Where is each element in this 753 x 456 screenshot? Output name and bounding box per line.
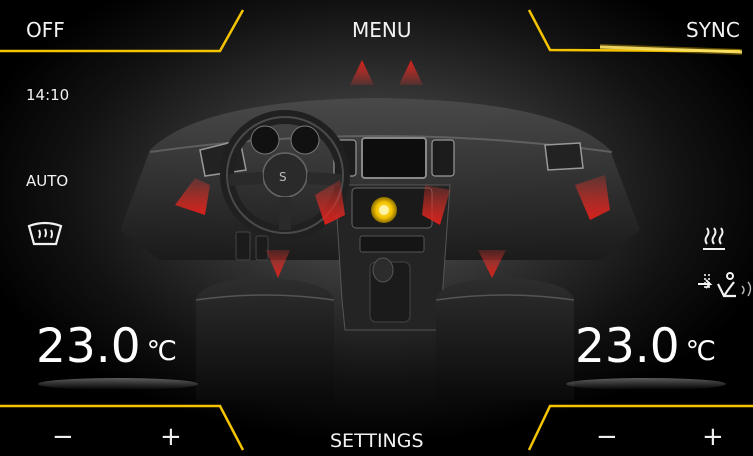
auto-mode-button[interactable]: AUTO (26, 172, 68, 190)
right-temp-decrease-button[interactable]: − (596, 424, 618, 450)
sync-label: SYNC (686, 18, 740, 42)
windshield-defrost-button[interactable] (24, 220, 66, 254)
right-temp-increase-button[interactable]: + (702, 424, 724, 450)
windshield-defrost-icon (27, 221, 63, 246)
left-temperature-unit: ℃ (146, 336, 177, 367)
left-temp-increase-button[interactable]: + (160, 424, 182, 450)
settings-label: SETTINGS (330, 430, 424, 452)
right-temperature-unit: ℃ (685, 336, 716, 367)
left-temperature-value: 23.0 (36, 319, 141, 374)
menu-label: MENU (352, 18, 412, 42)
left-temperature-display: 23.0 ℃ (36, 323, 177, 370)
right-temperature-display: 23.0 ℃ (575, 323, 716, 370)
seat-heating-icon (703, 227, 725, 250)
air-distribution-seat-icon (698, 272, 752, 298)
clock-time: 14:10 (26, 86, 70, 104)
svg-text:S: S (279, 170, 287, 184)
car-interior-illustration: S (0, 0, 753, 456)
left-temp-decrease-button[interactable]: − (52, 424, 74, 450)
air-distribution-button[interactable] (696, 270, 753, 306)
seat-heating-button[interactable] (700, 224, 730, 254)
right-temperature-value: 23.0 (575, 319, 680, 374)
off-label: OFF (26, 18, 65, 42)
